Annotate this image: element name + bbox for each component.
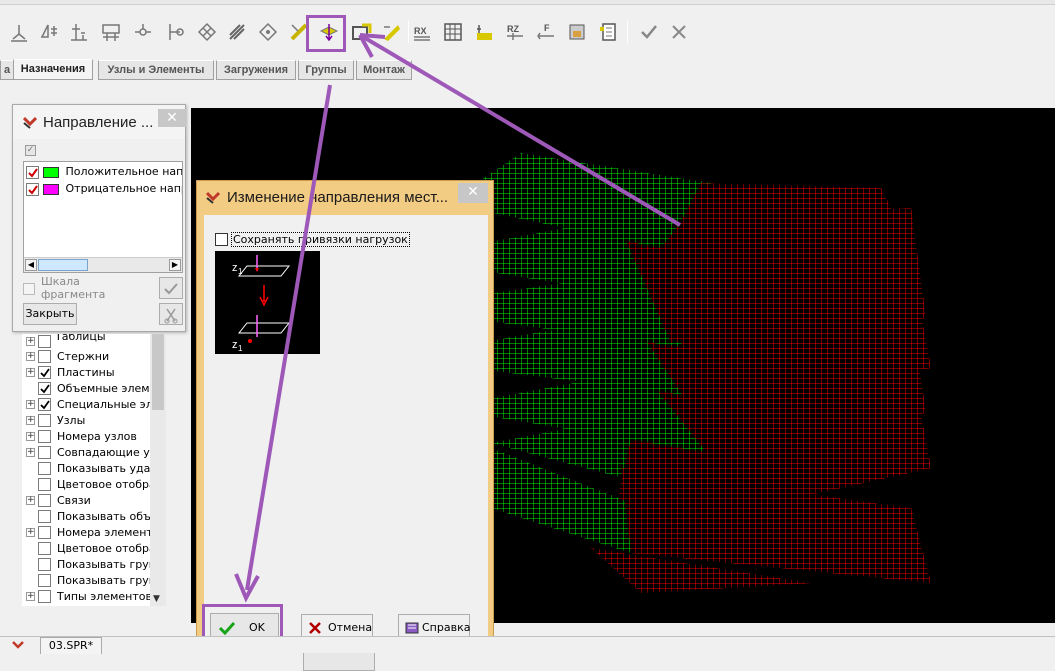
app-icon [206,191,220,204]
document-tab[interactable]: 03.SPR* [40,637,102,654]
toolbar: RX RZ F [0,5,1055,61]
hinge-icon[interactable] [130,19,156,45]
apply-check-button[interactable] [159,277,183,299]
toolbar-highlight [306,15,346,52]
dialog-title: Изменение направления мест... [227,189,449,206]
negative-color-swatch [43,183,59,195]
tree-row[interactable]: + Номера элементо [22,525,166,541]
scroll-right-icon[interactable]: ▶ [169,259,181,271]
panel-titlebar[interactable]: Направление ... ✕ [13,105,186,139]
tree-vscrollbar[interactable]: ▼ [150,334,166,606]
table-icon[interactable] [595,19,621,45]
tree-row[interactable]: + Совпадающие узл [22,445,166,461]
tab-groups[interactable]: Группы [298,60,354,80]
grid-icon[interactable] [98,19,124,45]
rigid-icon[interactable] [255,19,281,45]
legend-hscrollbar[interactable]: ◀ ▶ [24,257,182,272]
stiffness-icon[interactable] [224,19,250,45]
tree-row[interactable]: + Узлы [22,413,166,429]
keep-load-bindings-label: Сохранять привязки нагрузок [231,232,410,247]
keep-load-bindings-checkbox[interactable] [215,233,228,246]
legend-item-positive[interactable]: Положительное напра [26,165,182,180]
apply-icon[interactable] [636,19,662,45]
select-all-checkbox[interactable]: ✓ [25,145,36,156]
fixings-icon[interactable] [36,19,62,45]
axis-sub-bottom: 1 [238,344,243,353]
scissors-button[interactable] [159,303,183,325]
tree-row[interactable]: Показывать груп [22,573,166,589]
legend-item-negative[interactable]: Отрицательное напра [26,182,182,197]
cancel-label: Отмена [328,621,373,634]
panel-title: Направление ... [43,114,154,131]
scroll-left-icon[interactable]: ◀ [25,259,37,271]
tab-bar: а Назначения Узлы и Элементы Загружения … [0,59,1055,80]
tree-row[interactable]: + Специальные эле [22,397,166,413]
dialog-body: Сохранять привязки нагрузок z 1 z 1 OK [204,215,488,671]
app-icon [23,116,37,129]
rz-icon[interactable]: RZ [502,19,528,45]
tree-row[interactable]: + Типы элементов [22,589,166,605]
tree-row[interactable]: Цветовое отобра [22,477,166,493]
display-options-tree: + Таблицы + Стержни + Пластины Объемные эле… [22,334,166,606]
panel-close-icon[interactable]: ✕ [158,109,186,127]
fill-icon[interactable] [471,19,497,45]
cancel-x-icon [309,622,321,634]
mesh-icon[interactable] [194,19,220,45]
tree-row[interactable]: Объемные элеме [22,381,166,397]
color-icon[interactable] [378,19,404,45]
close-button[interactable]: Закрыть [23,303,77,325]
axis-sub-top: 1 [238,267,243,276]
dialog-close-icon[interactable]: ✕ [458,183,488,203]
support-icon[interactable] [6,19,32,45]
f-icon[interactable]: F [533,19,559,45]
legend-positive-label: Положительное напра [65,165,183,178]
tree-row[interactable]: + Пластины [22,365,166,381]
tree-row[interactable]: Показывать удал [22,461,166,477]
scale-fragment-label: Шкала фрагмента [41,275,106,301]
tree-row[interactable]: + Номера узлов [22,429,166,445]
help-label: Справка [422,621,471,634]
help-book-icon [405,622,419,634]
legend-list: Положительное напра Отрицательное напра … [23,161,183,273]
status-bar: 03.SPR* [0,636,1055,654]
orient-icon[interactable] [348,19,374,45]
tab-assignments[interactable]: Назначения [13,59,93,80]
direction-legend-panel: Направление ... ✕ ✓ Положительное напра … [12,104,186,332]
tab-prev[interactable]: а [0,60,14,80]
axis-label-bottom: z [232,339,238,351]
cancel-icon[interactable] [666,19,692,45]
legend-negative-label: Отрицательное напра [65,182,183,195]
legend-positive-checkbox[interactable] [26,165,39,179]
tree-row[interactable]: + Таблицы [22,334,166,350]
tab-montage[interactable]: Монтаж [356,60,412,80]
tree-row[interactable]: + Стержни [22,349,166,365]
scale-fragment-checkbox[interactable] [23,283,35,295]
tree-row[interactable]: + Связи [22,493,166,509]
axis-label-top: z [232,262,238,274]
tree-row[interactable]: Показывать объе [22,509,166,525]
tree-scroll-thumb[interactable] [152,334,164,410]
tree-row[interactable]: Цветовое отобра [22,541,166,557]
axis-icon[interactable] [66,19,92,45]
doc-icon [12,641,24,649]
svg-text:RX: RX [414,26,427,36]
positive-color-swatch [43,166,59,178]
svg-text:F: F [544,23,550,33]
change-direction-dialog: Изменение направления мест... ✕ Сохранят… [196,180,494,671]
legend-negative-checkbox[interactable] [26,182,39,196]
tree-row[interactable]: Показывать груп [22,557,166,573]
rx-icon[interactable]: RX [409,19,435,45]
direction-illustration: z 1 z 1 [215,251,320,354]
grid-table-icon[interactable] [440,19,466,45]
print-icon[interactable] [564,19,590,45]
tab-nodes-elements[interactable]: Узлы и Элементы [98,60,214,80]
svg-text:RZ: RZ [507,24,519,34]
scroll-thumb[interactable] [38,259,88,271]
tab-loads[interactable]: Загружения [216,60,296,80]
pin-icon[interactable] [162,19,188,45]
scroll-down-icon[interactable]: ▼ [153,594,160,604]
